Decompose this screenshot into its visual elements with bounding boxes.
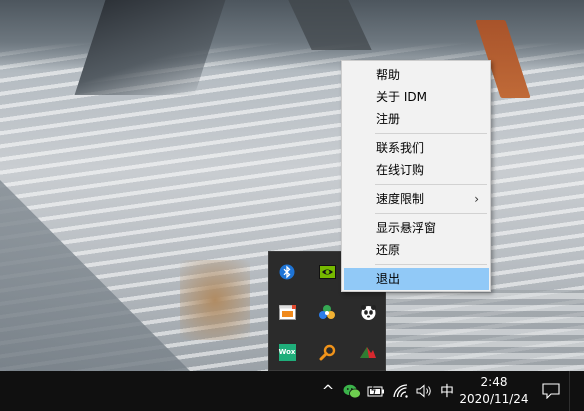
wallpaper-brown-shape	[180, 260, 250, 340]
idm-tray-context-menu: 帮助 关于 IDM 注册 联系我们 在线订购 速度限制 › 显示悬浮窗 还原 退…	[341, 60, 491, 292]
clock-time: 2:48	[480, 375, 508, 389]
menu-item-buy-online[interactable]: 在线订购	[344, 159, 489, 181]
menu-item-register[interactable]: 注册	[344, 108, 489, 130]
panda-icon[interactable]	[359, 303, 377, 321]
chevron-up-icon: ^	[321, 382, 335, 400]
menu-item-help[interactable]: 帮助	[344, 64, 489, 86]
ime-indicator[interactable]: 中	[436, 371, 458, 411]
menu-item-contact-us[interactable]: 联系我们	[344, 137, 489, 159]
show-hidden-icons-chevron[interactable]: ^	[318, 371, 338, 411]
nvidia-icon[interactable]	[318, 263, 336, 281]
wallpaper-floor-shape	[380, 290, 584, 371]
wifi-icon[interactable]	[390, 371, 412, 411]
menu-item-exit[interactable]: 退出	[344, 268, 489, 290]
menu-item-label: 联系我们	[376, 141, 425, 155]
system-clock[interactable]: 2:48 2020/11/24	[456, 374, 532, 408]
idm-icon[interactable]	[278, 303, 296, 321]
menu-item-label: 还原	[376, 243, 401, 257]
menu-separator	[375, 184, 487, 185]
submenu-arrow-icon: ›	[474, 192, 479, 206]
menu-item-label: 速度限制	[376, 192, 425, 206]
taskbar: ^ 中 2:48 2020/11/24	[0, 371, 584, 411]
wallpaper-slab-shape	[0, 180, 190, 371]
menu-item-about-idm[interactable]: 关于 IDM	[344, 86, 489, 108]
volume-icon[interactable]	[413, 371, 435, 411]
clock-date: 2020/11/24	[459, 392, 529, 406]
menu-item-restore[interactable]: 还原	[344, 239, 489, 261]
show-desktop-button[interactable]	[569, 371, 570, 411]
menu-separator	[375, 213, 487, 214]
red-mountain-icon[interactable]	[359, 343, 377, 361]
ime-label: 中	[440, 384, 454, 400]
menu-item-label: 关于 IDM	[376, 90, 427, 104]
menu-item-show-floating-window[interactable]: 显示悬浮窗	[344, 217, 489, 239]
menu-item-label: 显示悬浮窗	[376, 221, 437, 235]
menu-separator	[375, 264, 487, 265]
wox-icon[interactable]: Wox	[278, 343, 296, 361]
menu-item-speed-limit[interactable]: 速度限制 ›	[344, 188, 489, 210]
wechat-icon[interactable]	[340, 371, 364, 411]
menu-separator	[375, 133, 487, 134]
menu-item-label: 帮助	[376, 68, 401, 82]
wox-label: Wox	[278, 343, 296, 361]
battery-icon[interactable]	[365, 371, 387, 411]
bluetooth-icon[interactable]	[278, 263, 296, 281]
menu-item-label: 在线订购	[376, 163, 425, 177]
notification-icon[interactable]	[538, 371, 564, 411]
menu-item-label: 注册	[376, 112, 401, 126]
menu-item-label: 退出	[376, 272, 401, 286]
search-magnifier-icon[interactable]	[318, 343, 336, 361]
network-mesh-icon[interactable]	[318, 303, 336, 321]
